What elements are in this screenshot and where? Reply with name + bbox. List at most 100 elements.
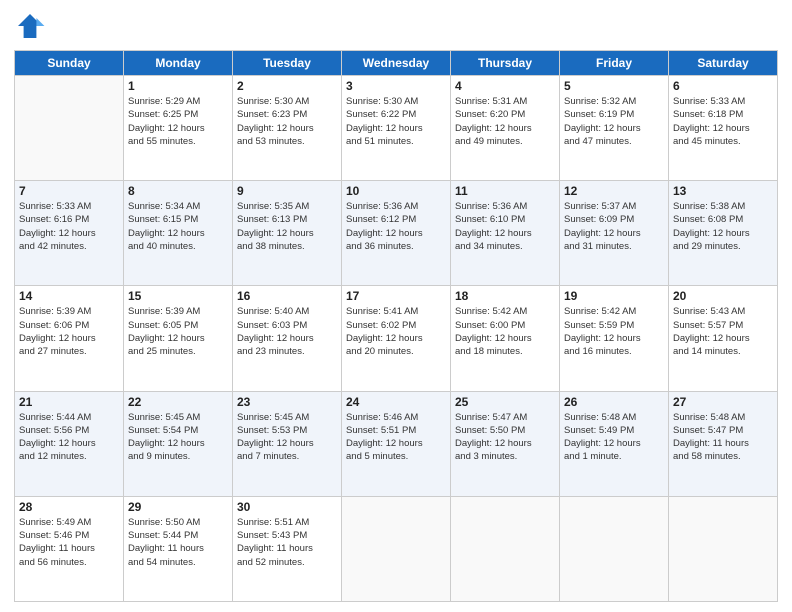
day-info: Sunrise: 5:44 AM Sunset: 5:56 PM Dayligh… xyxy=(19,411,119,464)
day-number: 26 xyxy=(564,395,664,409)
calendar-cell: 6 Sunrise: 5:33 AM Sunset: 6:18 PM Daylig… xyxy=(669,76,778,181)
calendar-cell: 25 Sunrise: 5:47 AM Sunset: 5:50 PM Dayli… xyxy=(451,391,560,496)
calendar-cell: 8 Sunrise: 5:34 AM Sunset: 6:15 PM Daylig… xyxy=(124,181,233,286)
calendar-cell: 30 Sunrise: 5:51 AM Sunset: 5:43 PM Dayli… xyxy=(233,496,342,601)
calendar-cell: 2Sunrise: 5:30 AM Sunset: 6:23 PM Daylig… xyxy=(233,76,342,181)
calendar-cell: 13 Sunrise: 5:38 AM Sunset: 6:08 PM Dayli… xyxy=(669,181,778,286)
calendar-cell: 26 Sunrise: 5:48 AM Sunset: 5:49 PM Dayli… xyxy=(560,391,669,496)
calendar-cell xyxy=(560,496,669,601)
day-number: 21 xyxy=(19,395,119,409)
day-info: Sunrise: 5:34 AM Sunset: 6:15 PM Dayligh… xyxy=(128,200,228,253)
calendar-cell: 19Sunrise: 5:42 AM Sunset: 5:59 PM Dayli… xyxy=(560,286,669,391)
day-info: Sunrise: 5:51 AM Sunset: 5:43 PM Dayligh… xyxy=(237,516,337,569)
calendar-cell: 17 Sunrise: 5:41 AM Sunset: 6:02 PM Dayli… xyxy=(342,286,451,391)
calendar-week-row: 14 Sunrise: 5:39 AM Sunset: 6:06 PM Dayli… xyxy=(15,286,778,391)
calendar-cell: 7 Sunrise: 5:33 AM Sunset: 6:16 PM Daylig… xyxy=(15,181,124,286)
day-number: 5 xyxy=(564,79,664,93)
day-number: 18 xyxy=(455,289,555,303)
day-number: 8 xyxy=(128,184,228,198)
day-number: 1 xyxy=(128,79,228,93)
day-info: Sunrise: 5:50 AM Sunset: 5:44 PM Dayligh… xyxy=(128,516,228,569)
day-number: 20 xyxy=(673,289,773,303)
col-header-sunday: Sunday xyxy=(15,51,124,76)
day-info: Sunrise: 5:38 AM Sunset: 6:08 PM Dayligh… xyxy=(673,200,773,253)
day-info: Sunrise: 5:48 AM Sunset: 5:49 PM Dayligh… xyxy=(564,411,664,464)
day-number: 7 xyxy=(19,184,119,198)
day-info: Sunrise: 5:31 AM Sunset: 6:20 PM Dayligh… xyxy=(455,95,555,148)
day-info: Sunrise: 5:48 AM Sunset: 5:47 PM Dayligh… xyxy=(673,411,773,464)
calendar-week-row: 7 Sunrise: 5:33 AM Sunset: 6:16 PM Daylig… xyxy=(15,181,778,286)
calendar-cell: 23Sunrise: 5:45 AM Sunset: 5:53 PM Dayli… xyxy=(233,391,342,496)
calendar-cell: 21 Sunrise: 5:44 AM Sunset: 5:56 PM Dayli… xyxy=(15,391,124,496)
day-info: Sunrise: 5:29 AM Sunset: 6:25 PM Dayligh… xyxy=(128,95,228,148)
calendar-cell: 22Sunrise: 5:45 AM Sunset: 5:54 PM Dayli… xyxy=(124,391,233,496)
calendar-week-row: 21 Sunrise: 5:44 AM Sunset: 5:56 PM Dayli… xyxy=(15,391,778,496)
day-number: 30 xyxy=(237,500,337,514)
calendar-cell xyxy=(15,76,124,181)
day-number: 4 xyxy=(455,79,555,93)
calendar-cell xyxy=(451,496,560,601)
calendar-table: SundayMondayTuesdayWednesdayThursdayFrid… xyxy=(14,50,778,602)
day-number: 15 xyxy=(128,289,228,303)
day-number: 13 xyxy=(673,184,773,198)
day-info: Sunrise: 5:45 AM Sunset: 5:54 PM Dayligh… xyxy=(128,411,228,464)
calendar-cell: 12Sunrise: 5:37 AM Sunset: 6:09 PM Dayli… xyxy=(560,181,669,286)
day-info: Sunrise: 5:37 AM Sunset: 6:09 PM Dayligh… xyxy=(564,200,664,253)
day-info: Sunrise: 5:36 AM Sunset: 6:12 PM Dayligh… xyxy=(346,200,446,253)
day-number: 10 xyxy=(346,184,446,198)
calendar-cell: 4 Sunrise: 5:31 AM Sunset: 6:20 PM Daylig… xyxy=(451,76,560,181)
calendar-cell: 27 Sunrise: 5:48 AM Sunset: 5:47 PM Dayli… xyxy=(669,391,778,496)
day-info: Sunrise: 5:43 AM Sunset: 5:57 PM Dayligh… xyxy=(673,305,773,358)
day-number: 24 xyxy=(346,395,446,409)
day-number: 9 xyxy=(237,184,337,198)
calendar-cell: 15 Sunrise: 5:39 AM Sunset: 6:05 PM Dayli… xyxy=(124,286,233,391)
day-info: Sunrise: 5:32 AM Sunset: 6:19 PM Dayligh… xyxy=(564,95,664,148)
day-number: 25 xyxy=(455,395,555,409)
day-info: Sunrise: 5:39 AM Sunset: 6:06 PM Dayligh… xyxy=(19,305,119,358)
header xyxy=(14,10,778,42)
day-number: 27 xyxy=(673,395,773,409)
calendar-header-row: SundayMondayTuesdayWednesdayThursdayFrid… xyxy=(15,51,778,76)
logo-icon xyxy=(14,10,46,42)
day-number: 19 xyxy=(564,289,664,303)
day-info: Sunrise: 5:41 AM Sunset: 6:02 PM Dayligh… xyxy=(346,305,446,358)
calendar-cell: 24 Sunrise: 5:46 AM Sunset: 5:51 PM Dayli… xyxy=(342,391,451,496)
calendar-cell: 1 Sunrise: 5:29 AM Sunset: 6:25 PM Daylig… xyxy=(124,76,233,181)
day-info: Sunrise: 5:45 AM Sunset: 5:53 PM Dayligh… xyxy=(237,411,337,464)
calendar-cell: 9 Sunrise: 5:35 AM Sunset: 6:13 PM Daylig… xyxy=(233,181,342,286)
day-info: Sunrise: 5:42 AM Sunset: 6:00 PM Dayligh… xyxy=(455,305,555,358)
day-number: 16 xyxy=(237,289,337,303)
logo xyxy=(14,10,50,42)
day-number: 3 xyxy=(346,79,446,93)
calendar-cell: 11 Sunrise: 5:36 AM Sunset: 6:10 PM Dayli… xyxy=(451,181,560,286)
day-number: 14 xyxy=(19,289,119,303)
day-info: Sunrise: 5:33 AM Sunset: 6:18 PM Dayligh… xyxy=(673,95,773,148)
day-info: Sunrise: 5:39 AM Sunset: 6:05 PM Dayligh… xyxy=(128,305,228,358)
day-number: 11 xyxy=(455,184,555,198)
day-number: 28 xyxy=(19,500,119,514)
calendar-cell: 16 Sunrise: 5:40 AM Sunset: 6:03 PM Dayli… xyxy=(233,286,342,391)
day-info: Sunrise: 5:30 AM Sunset: 6:23 PM Dayligh… xyxy=(237,95,337,148)
day-info: Sunrise: 5:30 AM Sunset: 6:22 PM Dayligh… xyxy=(346,95,446,148)
calendar-cell: 29 Sunrise: 5:50 AM Sunset: 5:44 PM Dayli… xyxy=(124,496,233,601)
calendar-cell: 10 Sunrise: 5:36 AM Sunset: 6:12 PM Dayli… xyxy=(342,181,451,286)
calendar-cell: 14 Sunrise: 5:39 AM Sunset: 6:06 PM Dayli… xyxy=(15,286,124,391)
day-number: 29 xyxy=(128,500,228,514)
col-header-thursday: Thursday xyxy=(451,51,560,76)
col-header-wednesday: Wednesday xyxy=(342,51,451,76)
day-info: Sunrise: 5:33 AM Sunset: 6:16 PM Dayligh… xyxy=(19,200,119,253)
calendar-cell: 18 Sunrise: 5:42 AM Sunset: 6:00 PM Dayli… xyxy=(451,286,560,391)
col-header-tuesday: Tuesday xyxy=(233,51,342,76)
day-info: Sunrise: 5:35 AM Sunset: 6:13 PM Dayligh… xyxy=(237,200,337,253)
calendar-cell: 20 Sunrise: 5:43 AM Sunset: 5:57 PM Dayli… xyxy=(669,286,778,391)
day-info: Sunrise: 5:47 AM Sunset: 5:50 PM Dayligh… xyxy=(455,411,555,464)
day-info: Sunrise: 5:40 AM Sunset: 6:03 PM Dayligh… xyxy=(237,305,337,358)
calendar-week-row: 1 Sunrise: 5:29 AM Sunset: 6:25 PM Daylig… xyxy=(15,76,778,181)
day-info: Sunrise: 5:46 AM Sunset: 5:51 PM Dayligh… xyxy=(346,411,446,464)
col-header-friday: Friday xyxy=(560,51,669,76)
day-info: Sunrise: 5:36 AM Sunset: 6:10 PM Dayligh… xyxy=(455,200,555,253)
calendar-cell: 28 Sunrise: 5:49 AM Sunset: 5:46 PM Dayli… xyxy=(15,496,124,601)
day-number: 6 xyxy=(673,79,773,93)
day-number: 17 xyxy=(346,289,446,303)
day-info: Sunrise: 5:49 AM Sunset: 5:46 PM Dayligh… xyxy=(19,516,119,569)
